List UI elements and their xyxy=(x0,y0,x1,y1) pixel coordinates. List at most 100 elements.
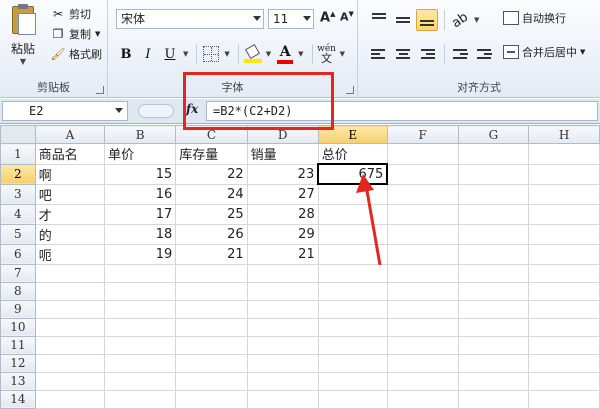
cell-d10[interactable] xyxy=(246,317,319,337)
row-header[interactable]: 14 xyxy=(0,389,36,409)
phonetic-guide-button[interactable]: wén 文 xyxy=(317,43,337,65)
cell-a2[interactable]: 啊 xyxy=(34,163,106,185)
cell-e8[interactable] xyxy=(317,281,388,301)
cell-g3[interactable] xyxy=(457,183,530,205)
cell-e4[interactable] xyxy=(317,203,388,225)
chevron-down-icon[interactable] xyxy=(253,16,261,21)
chevron-down-icon[interactable]: ▼ xyxy=(340,50,345,58)
cell-d7[interactable] xyxy=(246,263,319,283)
cell-b7[interactable] xyxy=(104,263,177,283)
cell-c6[interactable]: 21 xyxy=(175,243,248,265)
cell-h5[interactable] xyxy=(528,223,600,245)
cell-d8[interactable] xyxy=(246,281,319,301)
column-header-a[interactable]: A xyxy=(34,125,106,144)
cell-f9[interactable] xyxy=(386,299,459,319)
paste-button[interactable]: 粘贴 ▼ xyxy=(4,4,42,66)
font-color-button[interactable]: A xyxy=(275,43,295,65)
row-header[interactable]: 4 xyxy=(0,203,36,225)
cell-a3[interactable]: 吧 xyxy=(34,183,106,205)
chevron-down-icon[interactable]: ▼ xyxy=(95,30,100,38)
cell-c10[interactable] xyxy=(175,317,248,337)
cell-c14[interactable] xyxy=(175,389,248,409)
cell-g12[interactable] xyxy=(457,353,530,373)
cell-a11[interactable] xyxy=(34,335,106,355)
cell-g13[interactable] xyxy=(457,371,530,391)
chevron-down-icon[interactable]: ▼ xyxy=(183,50,188,58)
cell-b11[interactable] xyxy=(104,335,177,355)
cell-e11[interactable] xyxy=(317,335,388,355)
cell-f1[interactable] xyxy=(386,143,459,165)
row-header[interactable]: 13 xyxy=(0,371,36,391)
cell-d6[interactable]: 21 xyxy=(246,243,319,265)
align-middle-button[interactable] xyxy=(392,9,414,31)
chevron-down-icon[interactable]: ▼ xyxy=(4,57,42,66)
cell-f8[interactable] xyxy=(386,281,459,301)
cell-d14[interactable] xyxy=(246,389,319,409)
cell-h9[interactable] xyxy=(528,299,600,319)
cell-b9[interactable] xyxy=(104,299,177,319)
cell-d5[interactable]: 29 xyxy=(246,223,319,245)
cell-b13[interactable] xyxy=(104,371,177,391)
cut-button[interactable]: ✂ 剪切 xyxy=(50,4,102,24)
cell-g1[interactable] xyxy=(457,143,530,165)
dialog-launcher-icon[interactable] xyxy=(346,86,354,94)
row-header[interactable]: 9 xyxy=(0,299,36,319)
cell-a9[interactable] xyxy=(34,299,106,319)
cell-e13[interactable] xyxy=(317,371,388,391)
cell-e9[interactable] xyxy=(317,299,388,319)
cell-b2[interactable]: 15 xyxy=(104,163,177,185)
bold-button[interactable]: B xyxy=(116,43,136,65)
cell-f5[interactable] xyxy=(386,223,459,245)
underline-button[interactable]: U xyxy=(160,43,180,65)
shrink-font-button[interactable]: A▼ xyxy=(340,10,354,24)
cell-d4[interactable]: 28 xyxy=(246,203,319,225)
dialog-launcher-icon[interactable] xyxy=(96,86,104,94)
cell-h4[interactable] xyxy=(528,203,600,225)
cell-h13[interactable] xyxy=(528,371,600,391)
orientation-button[interactable]: ab xyxy=(449,9,471,31)
cell-c12[interactable] xyxy=(175,353,248,373)
cell-f7[interactable] xyxy=(386,263,459,283)
cell-b12[interactable] xyxy=(104,353,177,373)
row-header[interactable]: 7 xyxy=(0,263,36,283)
cell-f4[interactable] xyxy=(386,203,459,225)
merge-center-button[interactable]: 合并后居中 ▼ xyxy=(503,44,585,60)
column-header-b[interactable]: B xyxy=(104,125,177,144)
cell-h11[interactable] xyxy=(528,335,600,355)
cell-e1[interactable]: 总价 xyxy=(317,143,388,165)
cell-f3[interactable] xyxy=(386,183,459,205)
chevron-down-icon[interactable]: ▼ xyxy=(266,50,271,58)
cell-d9[interactable] xyxy=(246,299,319,319)
cell-h2[interactable] xyxy=(528,163,600,185)
select-all-corner[interactable] xyxy=(0,125,36,144)
cell-g2[interactable] xyxy=(457,163,530,185)
cell-b14[interactable] xyxy=(104,389,177,409)
cell-b6[interactable]: 19 xyxy=(104,243,177,265)
cell-e3[interactable] xyxy=(317,183,388,205)
cell-g7[interactable] xyxy=(457,263,530,283)
cell-c1[interactable]: 库存量 xyxy=(175,143,248,165)
cell-e5[interactable] xyxy=(317,223,388,245)
cell-e2[interactable]: 675 xyxy=(317,163,389,185)
cell-h3[interactable] xyxy=(528,183,600,205)
cell-f2[interactable] xyxy=(386,163,459,185)
decrease-indent-button[interactable] xyxy=(449,43,471,65)
align-right-button[interactable] xyxy=(416,43,438,65)
cell-e7[interactable] xyxy=(317,263,388,283)
cell-h10[interactable] xyxy=(528,317,600,337)
cell-d11[interactable] xyxy=(246,335,319,355)
cell-e12[interactable] xyxy=(317,353,388,373)
borders-button[interactable] xyxy=(201,43,221,65)
chevron-down-icon[interactable]: ▼ xyxy=(580,48,585,56)
align-center-button[interactable] xyxy=(392,43,414,65)
copy-button[interactable]: ❐ 复制 ▼ xyxy=(50,24,102,44)
cell-h1[interactable] xyxy=(528,143,600,165)
cell-b4[interactable]: 17 xyxy=(104,203,177,225)
format-painter-button[interactable]: 🖌 格式刷 xyxy=(50,44,102,64)
cell-d12[interactable] xyxy=(246,353,319,373)
cell-c11[interactable] xyxy=(175,335,248,355)
cell-c3[interactable]: 24 xyxy=(175,183,248,205)
font-name-select[interactable]: 宋体 xyxy=(116,9,264,29)
column-header-h[interactable]: H xyxy=(528,125,600,144)
cell-h7[interactable] xyxy=(528,263,600,283)
